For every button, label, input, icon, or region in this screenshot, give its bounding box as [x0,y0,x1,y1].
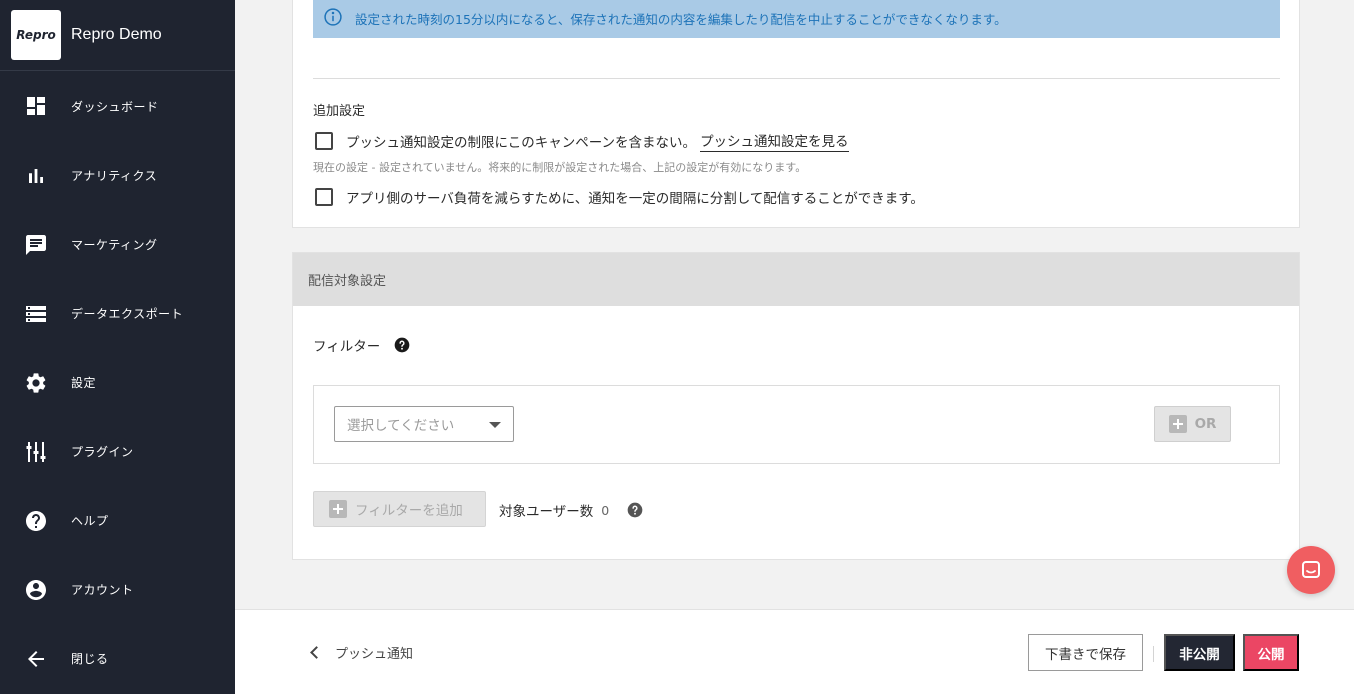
divider [313,78,1280,79]
main-content: 設定された時刻の15分以内になると、保存された通知の内容を編集したり配信を中止す… [235,0,1354,609]
message-icon [24,233,48,257]
targeting-settings-card: 配信対象設定 フィルター 選択してください OR フィルターを追加 対象ユーザー… [292,252,1300,560]
sidebar-item-plugins[interactable]: プラグイン [0,417,235,486]
action-footer: プッシュ通知 下書きで保存 非公開 公開 [235,609,1354,694]
filter-select-placeholder: 選択してください [347,418,455,434]
sidebar-item-data-export[interactable]: データエクスポート [0,279,235,348]
target-users: 対象ユーザー数 0 [499,500,643,520]
current-setting-note: 現在の設定 - 設定されていません。将来的に制限が設定された場合、上記の設定が有… [313,161,807,174]
sidebar-item-label: ダッシュボード [71,99,159,114]
or-button-label: OR [1194,416,1217,432]
sidebar-item-label: 設定 [71,376,97,390]
publish-button[interactable]: 公開 [1243,634,1299,671]
sidebar-item-label: データエクスポート [71,307,184,321]
repro-logo[interactable]: Repro [11,10,61,60]
sidebar: Repro Repro Demo ダッシュボード アナリティクス マーケティング [0,0,235,694]
target-users-help-icon[interactable] [627,502,643,518]
plus-icon [1168,415,1187,433]
logo-text: Repro [16,28,56,42]
save-draft-button[interactable]: 下書きで保存 [1028,634,1143,671]
sidebar-item-marketing[interactable]: マーケティング [0,210,235,279]
sidebar-item-label: アナリティクス [71,169,158,183]
split-delivery-option[interactable]: アプリ側のサーバ負荷を減らすために、通知を一定の間隔に分割して配信することができ… [315,187,924,207]
sidebar-item-settings[interactable]: 設定 [0,348,235,417]
chat-launcher-button[interactable] [1287,546,1335,594]
gear-icon [24,371,48,395]
filter-select[interactable]: 選択してください [334,406,514,442]
unpublish-button[interactable]: 非公開 [1164,634,1235,671]
info-banner: 設定された時刻の15分以内になると、保存された通知の内容を編集したり配信を中止す… [313,0,1280,38]
footer-divider [1153,646,1154,662]
sidebar-item-help[interactable]: ヘルプ [0,486,235,555]
filter-group: 選択してください OR [313,385,1280,464]
sidebar-item-analytics[interactable]: アナリティクス [0,141,235,210]
chevron-left-icon [310,646,323,659]
split-delivery-label: アプリ側のサーバ負荷を減らすために、通知を一定の間隔に分割して配信することができ… [346,191,924,207]
info-banner-text: 設定された時刻の15分以内になると、保存された通知の内容を編集したり配信を中止す… [355,12,1007,27]
sidebar-item-account[interactable]: アカウント [0,555,235,624]
plugin-icon [24,440,48,464]
sidebar-item-label: プラグイン [71,445,134,459]
exclude-push-limit-option[interactable]: プッシュ通知設定の制限にこのキャンペーンを含まない。 プッシュ通知設定を見る [315,130,849,152]
sidebar-item-dashboard[interactable]: ダッシュボード [0,71,235,141]
sidebar-item-label: ヘルプ [71,514,109,528]
add-filter-button[interactable]: フィルターを追加 [313,491,486,527]
sidebar-header: Repro Repro Demo [0,0,235,71]
targeting-settings-title: 配信対象設定 [293,253,1299,306]
account-icon [24,578,48,602]
filter-help-icon[interactable] [394,337,410,353]
target-users-count: 0 [601,502,610,518]
storage-icon [24,302,48,326]
chevron-down-icon [489,422,501,428]
split-delivery-checkbox[interactable] [315,188,333,206]
filter-label: フィルター [313,339,381,355]
dashboard-icon [24,94,48,118]
add-filter-label: フィルターを追加 [355,503,463,519]
or-button[interactable]: OR [1154,406,1231,442]
filter-heading: フィルター [313,335,410,355]
arrow-left-icon [24,647,48,671]
additional-settings-title: 追加設定 [313,104,366,119]
chat-icon [1299,558,1323,582]
app-name: Repro Demo [71,26,162,43]
back-to-push-link[interactable]: プッシュ通知 [310,643,414,662]
sidebar-nav: ダッシュボード アナリティクス マーケティング データエクスポート 設定 プラグ… [0,71,235,693]
exclude-push-limit-label: プッシュ通知設定の制限にこのキャンペーンを含まない。 [346,135,697,151]
back-link-label: プッシュ通知 [335,647,414,662]
plus-icon [329,500,347,518]
additional-settings-card: 設定された時刻の15分以内になると、保存された通知の内容を編集したり配信を中止す… [292,0,1300,228]
sidebar-item-label: アカウント [71,583,134,597]
bar-chart-icon [24,164,48,188]
exclude-push-limit-checkbox[interactable] [315,132,333,150]
view-push-settings-link[interactable]: プッシュ通知設定を見る [700,130,849,152]
target-users-label: 対象ユーザー数 [499,504,594,520]
sidebar-item-close[interactable]: 閉じる [0,624,235,693]
info-icon [323,7,343,31]
sidebar-item-label: 閉じる [71,652,109,666]
help-icon [24,509,48,533]
sidebar-item-label: マーケティング [71,238,158,252]
